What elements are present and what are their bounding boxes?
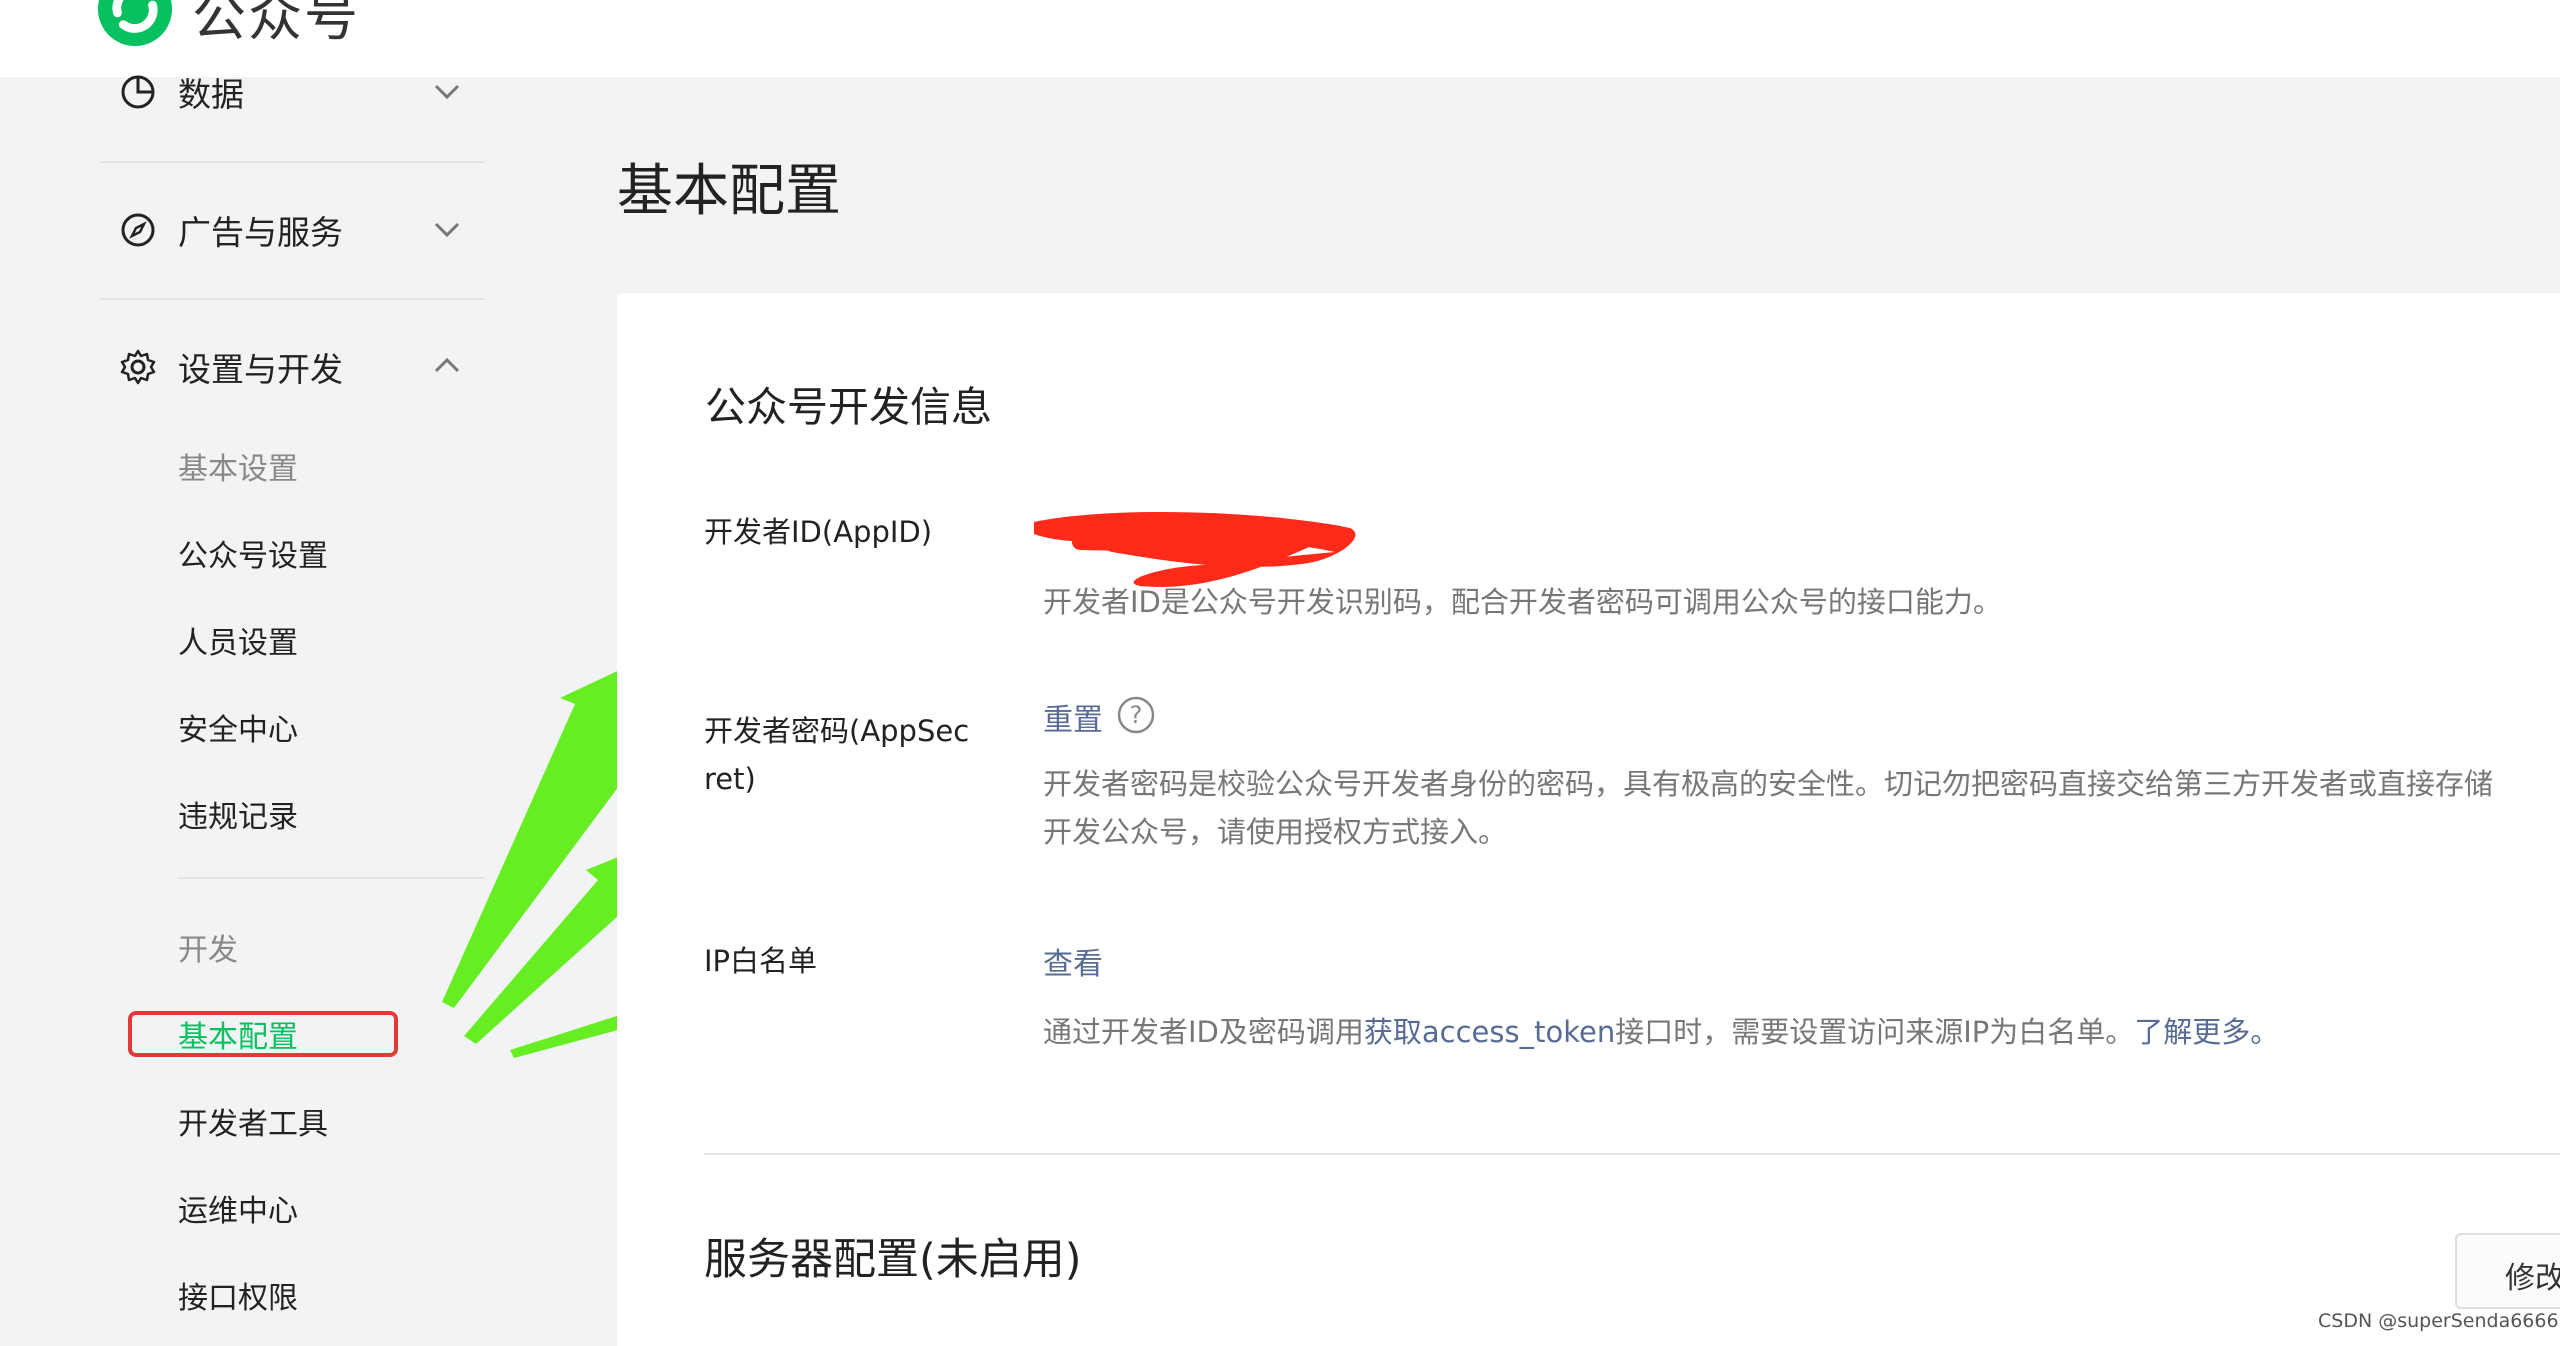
sidebar-section-settings-dev[interactable]: 设置与开发: [100, 327, 485, 407]
server-config-title: 服务器配置(未启用): [704, 1235, 1082, 1285]
sidebar-section-label: 设置与开发: [178, 350, 343, 389]
highlight-box: [128, 1011, 398, 1057]
edit-button-label: 修改: [2505, 1261, 2560, 1296]
sidebar-item-violation-records[interactable]: 违规记录: [178, 792, 298, 836]
edit-server-config-button[interactable]: 修改: [2455, 1233, 2560, 1309]
chevron-down-icon[interactable]: [430, 212, 464, 246]
sidebar-divider: [100, 161, 485, 163]
compass-icon: [121, 213, 155, 247]
appid-label: 开发者ID(AppID): [704, 515, 933, 549]
appsecret-description-line-2: 开发公众号，请使用授权方式接入。: [1043, 815, 1508, 849]
sidebar-section-label: 广告与服务: [178, 213, 343, 252]
ip-desc-prefix: 通过开发者ID及密码调用: [1043, 1015, 1364, 1049]
view-ip-whitelist-link[interactable]: 查看: [1043, 939, 1103, 983]
sidebar-item-ops-center[interactable]: 运维中心: [178, 1186, 298, 1230]
sidebar-item-api-permissions[interactable]: 接口权限: [178, 1273, 298, 1317]
access-token-link[interactable]: 获取access_token: [1364, 1015, 1615, 1049]
card-title: 公众号开发信息: [705, 383, 992, 431]
sidebar-item-developer-tools[interactable]: 开发者工具: [178, 1099, 328, 1143]
ip-whitelist-label: IP白名单: [704, 944, 818, 978]
sidebar-item-account-settings[interactable]: 公众号设置: [178, 531, 328, 575]
wechat-mp-logo-icon[interactable]: [96, 0, 174, 48]
appid-description: 开发者ID是公众号开发识别码，配合开发者密码可调用公众号的接口能力。: [1043, 585, 2002, 619]
brand-name: 公众号: [192, 0, 360, 48]
appsecret-description-line-1: 开发者密码是校验公众号开发者身份的密码，具有极高的安全性。切记勿把密码直接交给第…: [1043, 767, 2494, 801]
sidebar-group-label-dev: 开发: [178, 933, 238, 968]
page-title: 基本配置: [617, 159, 841, 224]
sidebar-section-ads-services[interactable]: 广告与服务: [100, 190, 485, 270]
chevron-down-icon[interactable]: [430, 74, 464, 108]
sidebar-section-label: 数据: [178, 75, 244, 114]
help-question-icon[interactable]: ?: [1116, 695, 1156, 735]
section-divider: [704, 1153, 2560, 1155]
gear-icon: [120, 349, 156, 385]
sidebar-item-people-settings[interactable]: 人员设置: [178, 618, 298, 662]
ip-desc-middle: 接口时，需要设置访问来源IP为白名单。: [1615, 1015, 2135, 1049]
appsecret-label-line-1: 开发者密码(AppSec: [704, 714, 970, 748]
appsecret-label: 开发者密码(AppSec ret): [704, 707, 994, 803]
appsecret-label-line-2: ret): [704, 762, 756, 796]
content-card: [617, 293, 2560, 1346]
chevron-up-icon[interactable]: [430, 349, 464, 383]
sidebar-divider: [100, 298, 485, 300]
sidebar-group-label-basic-settings: 基本设置: [178, 452, 298, 487]
pie-chart-icon: [121, 75, 155, 109]
learn-more-link[interactable]: 了解更多。: [2134, 1015, 2279, 1049]
sidebar-item-security-center[interactable]: 安全中心: [178, 705, 298, 749]
csdn-watermark: CSDN @superSenda6666: [2318, 1310, 2559, 1332]
reset-secret-link[interactable]: 重置: [1043, 695, 1103, 739]
ip-whitelist-description: 通过开发者ID及密码调用获取access_token接口时，需要设置访问来源IP…: [1043, 1008, 2279, 1056]
sidebar-section-data[interactable]: 数据: [100, 52, 485, 132]
svg-text:?: ?: [1130, 701, 1143, 729]
